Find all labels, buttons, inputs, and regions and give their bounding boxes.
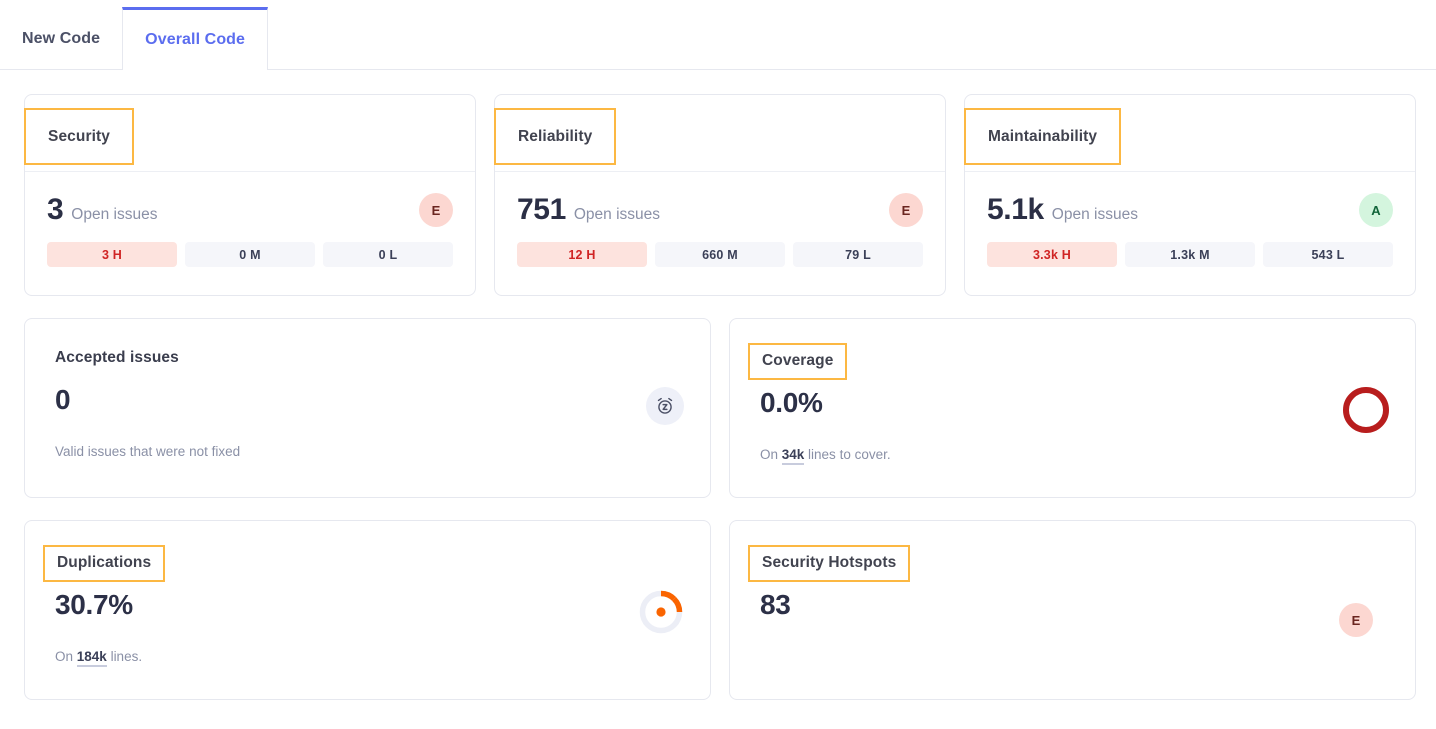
coverage-sub-prefix: On xyxy=(760,447,782,462)
reliability-open-issues-count: 751 xyxy=(517,195,566,225)
maintainability-rating-badge[interactable]: A xyxy=(1359,193,1393,227)
card-maintainability-title: Maintainability xyxy=(988,128,1097,146)
maintainability-severity-medium[interactable]: 1.3k M xyxy=(1125,242,1255,267)
card-reliability[interactable]: Reliability 751 Open issues E 12 H 660 M… xyxy=(494,94,946,296)
card-security-title-highlight: Security xyxy=(24,108,134,165)
reliability-severity-pills: 12 H 660 M 79 L xyxy=(517,242,923,267)
security-issue-summary: 3 Open issues E xyxy=(47,190,453,230)
duplications-lines-count: 184k xyxy=(77,649,107,667)
duplications-lines-description: On 184k lines. xyxy=(55,649,165,664)
coverage-ring-icon xyxy=(1343,387,1389,433)
card-reliability-body: 751 Open issues E 12 H 660 M 79 L xyxy=(495,172,945,295)
security-hotspots-text: Security Hotspots 83 xyxy=(760,551,910,622)
security-severity-high[interactable]: 3 H xyxy=(47,242,177,267)
card-duplications[interactable]: Duplications 30.7% On 184k lines. xyxy=(24,520,711,700)
reliability-rating-badge[interactable]: E xyxy=(889,193,923,227)
security-severity-low[interactable]: 0 L xyxy=(323,242,453,267)
card-security[interactable]: Security 3 Open issues E 3 H 0 M 0 L xyxy=(24,94,476,296)
card-security-title: Security xyxy=(48,128,110,146)
maintainability-severity-pills: 3.3k H 1.3k M 543 L xyxy=(987,242,1393,267)
accepted-issues-description: Valid issues that were not fixed xyxy=(55,444,240,459)
maintainability-open-issues-count: 5.1k xyxy=(987,195,1044,225)
accepted-issues-indicator xyxy=(646,349,684,425)
card-reliability-header: Reliability xyxy=(495,95,945,172)
reliability-open-issues-label: Open issues xyxy=(574,206,660,224)
maintainability-severity-high[interactable]: 3.3k H xyxy=(987,242,1117,267)
coverage-sub-suffix: lines to cover. xyxy=(804,447,890,462)
duplications-title-highlight: Duplications xyxy=(43,545,165,582)
duplications-hotspots-row: Duplications 30.7% On 184k lines. Securi… xyxy=(24,520,1416,700)
dashboard-content: Security 3 Open issues E 3 H 0 M 0 L xyxy=(0,70,1436,700)
duplications-title: Duplications xyxy=(57,554,151,572)
reliability-severity-medium[interactable]: 660 M xyxy=(655,242,785,267)
card-maintainability-body: 5.1k Open issues A 3.3k H 1.3k M 543 L xyxy=(965,172,1415,295)
duplications-sub-prefix: On xyxy=(55,649,77,664)
card-reliability-title-highlight: Reliability xyxy=(494,108,616,165)
security-hotspots-value: 83 xyxy=(760,587,910,622)
card-maintainability[interactable]: Maintainability 5.1k Open issues A 3.3k … xyxy=(964,94,1416,296)
accepted-coverage-row: Accepted issues 0 Valid issues that were… xyxy=(24,318,1416,498)
tab-bar: New Code Overall Code xyxy=(0,0,1436,70)
coverage-title-highlight: Coverage xyxy=(748,343,847,380)
card-security-header: Security xyxy=(25,95,475,172)
card-security-hotspots[interactable]: Security Hotspots 83 E xyxy=(729,520,1416,700)
card-coverage[interactable]: Coverage 0.0% On 34k lines to cover. xyxy=(729,318,1416,498)
security-rating-badge[interactable]: E xyxy=(419,193,453,227)
security-hotspots-indicator: E xyxy=(1339,551,1389,637)
security-open-issues-label: Open issues xyxy=(71,206,157,224)
coverage-lines-count: 34k xyxy=(782,447,805,465)
security-severity-medium[interactable]: 0 M xyxy=(185,242,315,267)
security-hotspots-rating-badge[interactable]: E xyxy=(1339,603,1373,637)
security-hotspots-title-highlight: Security Hotspots xyxy=(748,545,910,582)
duplications-value: 30.7% xyxy=(55,587,165,622)
card-accepted-issues[interactable]: Accepted issues 0 Valid issues that were… xyxy=(24,318,711,498)
reliability-issue-summary: 751 Open issues E xyxy=(517,190,923,230)
card-maintainability-header: Maintainability xyxy=(965,95,1415,172)
accepted-issues-value: 0 xyxy=(55,382,240,417)
card-maintainability-title-highlight: Maintainability xyxy=(964,108,1121,165)
accepted-issues-title: Accepted issues xyxy=(55,349,240,367)
snooze-alarm-clock-icon xyxy=(646,387,684,425)
security-severity-pills: 3 H 0 M 0 L xyxy=(47,242,453,267)
maintainability-issue-summary: 5.1k Open issues A xyxy=(987,190,1393,230)
duplications-donut-icon xyxy=(638,589,684,635)
duplications-text: Duplications 30.7% On 184k lines. xyxy=(55,551,165,664)
tab-new-code[interactable]: New Code xyxy=(0,8,122,70)
card-security-body: 3 Open issues E 3 H 0 M 0 L xyxy=(25,172,475,295)
accepted-issues-text: Accepted issues 0 Valid issues that were… xyxy=(55,349,240,459)
duplications-sub-suffix: lines. xyxy=(107,649,142,664)
security-open-issues-count: 3 xyxy=(47,195,63,225)
coverage-value: 0.0% xyxy=(760,385,891,420)
reliability-severity-high[interactable]: 12 H xyxy=(517,242,647,267)
card-reliability-title: Reliability xyxy=(518,128,592,146)
maintainability-severity-low[interactable]: 543 L xyxy=(1263,242,1393,267)
ratings-row: Security 3 Open issues E 3 H 0 M 0 L xyxy=(24,94,1416,296)
coverage-lines-description: On 34k lines to cover. xyxy=(760,447,891,462)
tab-overall-code[interactable]: Overall Code xyxy=(122,7,268,70)
maintainability-open-issues-label: Open issues xyxy=(1052,206,1138,224)
coverage-indicator xyxy=(1343,349,1389,433)
coverage-text: Coverage 0.0% On 34k lines to cover. xyxy=(760,349,891,462)
security-hotspots-title: Security Hotspots xyxy=(762,554,896,572)
coverage-title: Coverage xyxy=(762,352,833,370)
duplications-indicator xyxy=(638,551,684,635)
reliability-severity-low[interactable]: 79 L xyxy=(793,242,923,267)
